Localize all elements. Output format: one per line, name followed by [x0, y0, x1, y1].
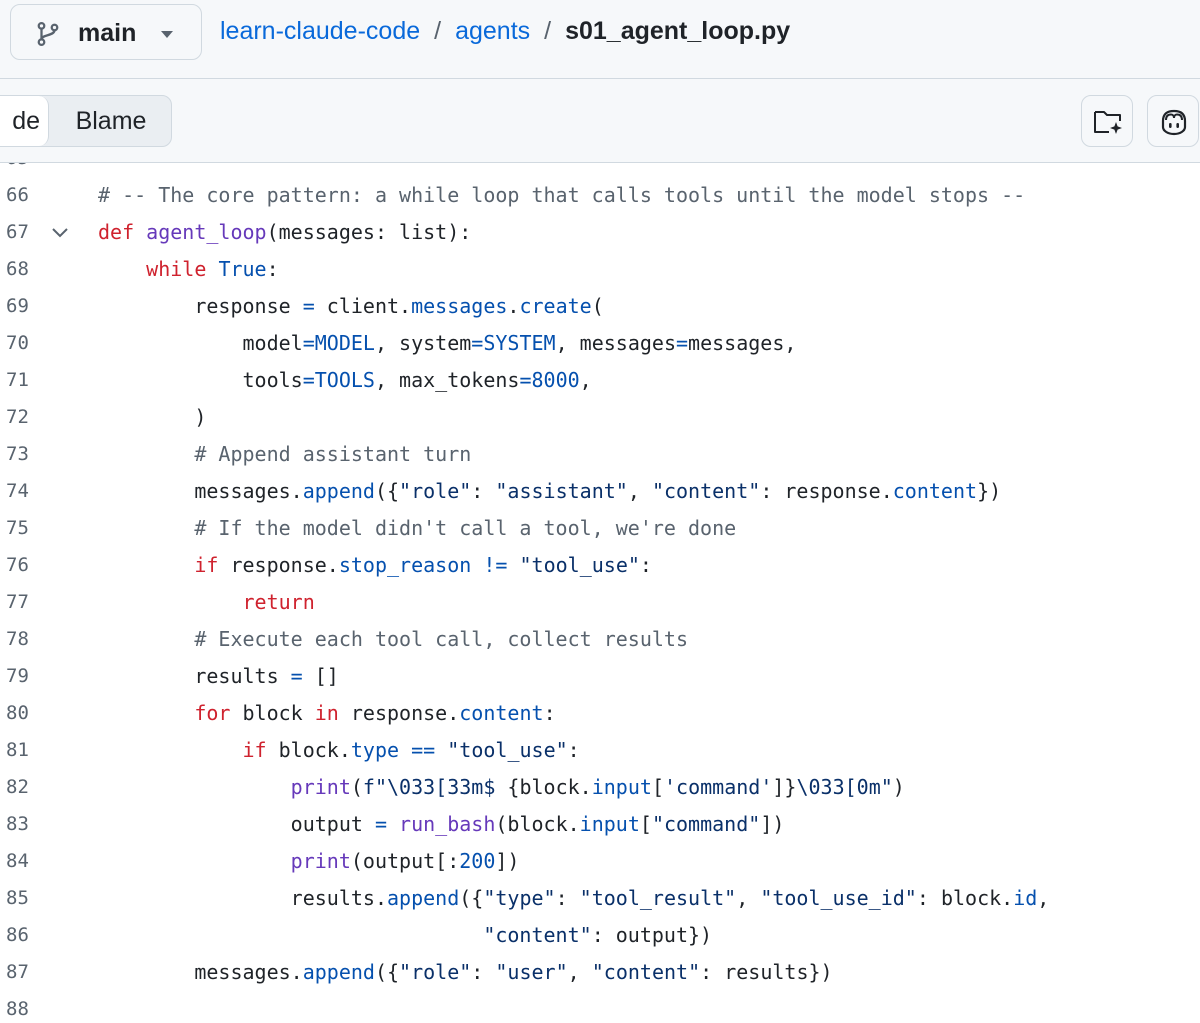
code-line: 87 messages.append({"role": "user", "con…	[0, 954, 1200, 991]
line-number[interactable]: 74	[6, 473, 29, 510]
code-text: while True:	[146, 257, 279, 281]
breadcrumb-separator: /	[544, 17, 552, 45]
code-text: output = run_bash(block.input["command"]…	[98, 812, 785, 836]
line-number[interactable]: 70	[6, 325, 29, 362]
chevron-down-icon[interactable]	[50, 226, 70, 240]
branch-name: main	[78, 19, 137, 47]
breadcrumb-separator: /	[434, 17, 442, 45]
code-text: results.append({"type": "tool_result", "…	[98, 886, 1050, 910]
repo-header: main learn-claude-code / agents / s01_agent_…	[0, 0, 1200, 79]
line-number[interactable]: 84	[6, 843, 29, 880]
line-number[interactable]: 72	[6, 399, 29, 436]
code-line: 80 for block in response.content:	[0, 695, 1200, 732]
line-number: 65	[6, 163, 29, 177]
code-text: # Execute each tool call, collect result…	[194, 627, 689, 651]
line-number[interactable]: 77	[6, 584, 29, 621]
tab-code[interactable]: de	[0, 96, 49, 146]
line-number[interactable]: 80	[6, 695, 29, 732]
branch-selector-button[interactable]: main	[10, 4, 202, 60]
line-number[interactable]: 75	[6, 510, 29, 547]
breadcrumb-file-name: s01_agent_loop.py	[565, 17, 791, 45]
code-text: )	[98, 405, 207, 429]
line-number[interactable]: 68	[6, 251, 29, 288]
code-line: 68 while True:	[0, 251, 1200, 288]
line-number[interactable]: 67	[6, 214, 29, 251]
line-number[interactable]: 87	[6, 954, 29, 991]
code-line: 88	[0, 991, 1200, 1023]
code-text: # If the model didn't call a tool, we're…	[194, 516, 737, 540]
code-line: 72 )	[0, 399, 1200, 436]
line-number[interactable]: 79	[6, 658, 29, 695]
code-line: 75 # If the model didn't call a tool, we…	[0, 510, 1200, 547]
code-text: messages.append({"role": "user", "conten…	[98, 960, 833, 984]
file-toolbar: de Blame	[0, 79, 1200, 163]
code-line: 67 def agent_loop(messages: list):	[0, 214, 1200, 251]
code-line: 69 response = client.messages.create(	[0, 288, 1200, 325]
file-tree-button[interactable]	[1081, 95, 1133, 147]
line-number[interactable]: 66	[6, 177, 29, 214]
code-line: 86 "content": output})	[0, 917, 1200, 954]
code-text: def agent_loop(messages: list):	[98, 220, 472, 244]
code-line: 73 # Append assistant turn	[0, 436, 1200, 473]
code-text: results = []	[98, 664, 339, 688]
code-view: 65 66 # -- The core pattern: a while loop…	[0, 163, 1200, 1023]
code-text: print(output[:200])	[290, 849, 520, 873]
code-line: 71 tools=TOOLS, max_tokens=8000,	[0, 362, 1200, 399]
code-line: 76 if response.stop_reason != "tool_use"…	[0, 547, 1200, 584]
line-number[interactable]: 83	[6, 806, 29, 843]
code-line: 66 # -- The core pattern: a while loop th…	[0, 177, 1200, 214]
code-line: 82 print(f"\033[33m$ {block.input['comma…	[0, 769, 1200, 806]
code-text: model=MODEL, system=SYSTEM, messages=mes…	[98, 331, 797, 355]
code-text: messages.append({"role": "assistant", "c…	[98, 479, 1002, 503]
breadcrumb: learn-claude-code / agents / s01_agent_loop.…	[220, 17, 790, 46]
code-line: 85 results.append({"type": "tool_result"…	[0, 880, 1200, 917]
code-text: response = client.messages.create(	[98, 294, 604, 318]
line-number[interactable]: 73	[6, 436, 29, 473]
line-number[interactable]: 82	[6, 769, 29, 806]
breadcrumb-repo-link[interactable]: learn-claude-code	[220, 17, 420, 45]
code-line: 81 if block.type == "tool_use":	[0, 732, 1200, 769]
code-line: 70 model=MODEL, system=SYSTEM, messages=…	[0, 325, 1200, 362]
code-text: # Append assistant turn	[194, 442, 472, 466]
breadcrumb-folder-link[interactable]: agents	[455, 17, 530, 45]
git-branch-icon	[37, 21, 59, 47]
code-text: "content": output})	[483, 923, 713, 947]
code-line: 78 # Execute each tool call, collect res…	[0, 621, 1200, 658]
code-text: return	[242, 590, 315, 614]
line-number[interactable]: 88	[6, 991, 29, 1023]
line-number[interactable]: 81	[6, 732, 29, 769]
code-text: if response.stop_reason != "tool_use":	[194, 553, 652, 577]
code-line: 84 print(output[:200])	[0, 843, 1200, 880]
code-text: for block in response.content:	[194, 701, 556, 725]
code-text: print(f"\033[33m$ {block.input['command'…	[290, 775, 905, 799]
code-line: 74 messages.append({"role": "assistant",…	[0, 473, 1200, 510]
code-line-partial: 65	[0, 163, 1200, 177]
code-text: tools=TOOLS, max_tokens=8000,	[98, 368, 592, 392]
line-number[interactable]: 76	[6, 547, 29, 584]
line-number[interactable]: 85	[6, 880, 29, 917]
triangle-down-icon	[161, 31, 173, 38]
file-directory-icon	[1094, 111, 1122, 134]
line-number[interactable]: 86	[6, 917, 29, 954]
line-number[interactable]: 71	[6, 362, 29, 399]
code-text: if block.type == "tool_use":	[242, 738, 580, 762]
code-line: 77 return	[0, 584, 1200, 621]
copilot-icon	[1161, 109, 1187, 136]
copilot-button[interactable]	[1147, 95, 1199, 147]
tab-blame[interactable]: Blame	[49, 96, 171, 146]
code-line: 79 results = []	[0, 658, 1200, 695]
code-line: 83 output = run_bash(block.input["comman…	[0, 806, 1200, 843]
line-number[interactable]: 78	[6, 621, 29, 658]
code-text: # -- The core pattern: a while loop that…	[98, 183, 1026, 207]
view-mode-toggle: de Blame	[0, 95, 172, 147]
line-number[interactable]: 69	[6, 288, 29, 325]
